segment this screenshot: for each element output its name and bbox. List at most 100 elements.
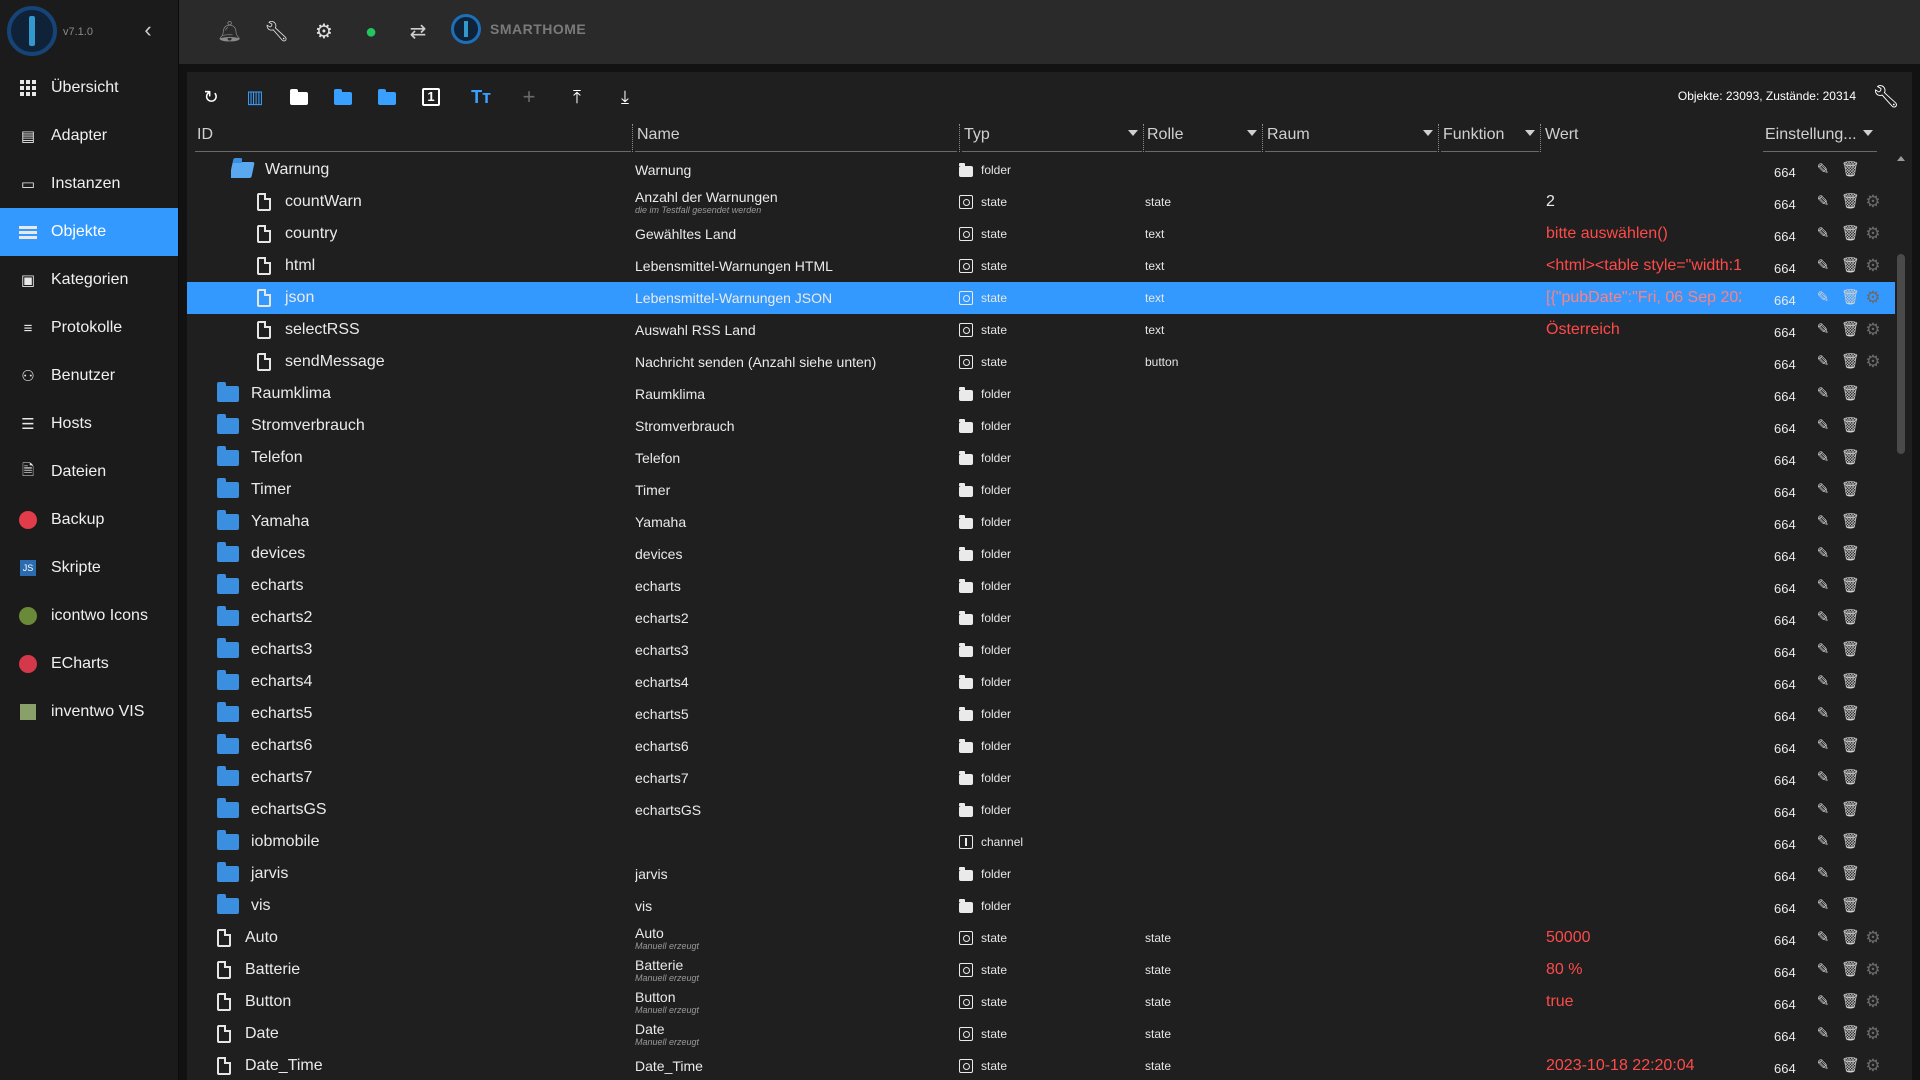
object-value[interactable] bbox=[1546, 506, 1741, 538]
table-row[interactable]: Date_Time Date_Time state state 2023-10-18 2… bbox=[187, 1050, 1895, 1080]
table-row[interactable]: countWarn Anzahl der Warnungen die im Test… bbox=[187, 186, 1895, 218]
object-id[interactable]: Telefon bbox=[217, 442, 303, 474]
acl-value[interactable]: 664 bbox=[1774, 570, 1804, 602]
acl-value[interactable]: 664 bbox=[1774, 634, 1804, 666]
custom-settings-icon[interactable]: ⚙ bbox=[1865, 225, 1881, 243]
sidebar-item-protokolle[interactable]: ≡ Protokolle bbox=[0, 304, 178, 352]
delete-icon[interactable]: 🗑︎ bbox=[1841, 193, 1860, 211]
object-id[interactable]: echarts6 bbox=[217, 730, 312, 762]
delete-icon[interactable]: 🗑︎ bbox=[1841, 481, 1860, 499]
acl-value[interactable]: 664 bbox=[1774, 346, 1804, 378]
delete-icon[interactable]: 🗑︎ bbox=[1841, 449, 1860, 467]
object-value[interactable] bbox=[1546, 442, 1741, 474]
refresh-icon[interactable]: ↻ bbox=[199, 85, 223, 109]
table-row[interactable]: echarts4 echarts4 folder 664 ✎ 🗑︎ bbox=[187, 666, 1895, 698]
wrench-icon[interactable]: 🔧︎ bbox=[264, 20, 289, 44]
table-row[interactable]: Warnung Warnung folder 664 ✎ 🗑︎ bbox=[187, 154, 1895, 186]
sidebar-item-echarts[interactable]: ECharts bbox=[0, 640, 178, 688]
sidebar-item-kategorien[interactable]: ▣ Kategorien bbox=[0, 256, 178, 304]
object-value[interactable]: bitte auswählen() bbox=[1546, 218, 1741, 250]
object-id[interactable]: countWarn bbox=[257, 186, 362, 218]
sidebar-item-objekte[interactable]: Objekte bbox=[0, 208, 178, 256]
custom-settings-icon[interactable]: ⚙ bbox=[1865, 961, 1881, 979]
object-id[interactable]: echarts5 bbox=[217, 698, 312, 730]
table-row[interactable]: echartsGS echartsGS folder 664 ✎ 🗑︎ bbox=[187, 794, 1895, 826]
object-value[interactable] bbox=[1546, 474, 1741, 506]
object-id[interactable]: html bbox=[257, 250, 315, 282]
column-type[interactable]: Typ bbox=[962, 122, 1142, 152]
delete-icon[interactable]: 🗑︎ bbox=[1841, 737, 1860, 755]
acl-value[interactable]: 664 bbox=[1774, 474, 1804, 506]
table-row[interactable]: iobmobile channel 664 ✎ 🗑︎ bbox=[187, 826, 1895, 858]
table-row[interactable]: echarts5 echarts5 folder 664 ✎ 🗑︎ bbox=[187, 698, 1895, 730]
sidebar-item-dateien[interactable]: 🗎︎ Dateien bbox=[0, 448, 178, 496]
object-id[interactable]: echarts3 bbox=[217, 634, 312, 666]
acl-value[interactable]: 664 bbox=[1774, 666, 1804, 698]
sync-off-icon[interactable]: ⇄ bbox=[406, 20, 430, 44]
object-id[interactable]: Yamaha bbox=[217, 506, 309, 538]
object-value[interactable] bbox=[1546, 346, 1741, 378]
table-row[interactable]: Telefon Telefon folder 664 ✎ 🗑︎ bbox=[187, 442, 1895, 474]
edit-icon[interactable]: ✎ bbox=[1815, 641, 1831, 659]
object-id[interactable]: echarts7 bbox=[217, 762, 312, 794]
delete-icon[interactable]: 🗑︎ bbox=[1841, 961, 1860, 979]
edit-icon[interactable]: ✎ bbox=[1815, 353, 1831, 371]
custom-settings-icon[interactable]: ⚙ bbox=[1865, 353, 1881, 371]
scroll-up-icon[interactable] bbox=[1897, 156, 1905, 161]
object-id[interactable]: sendMessage bbox=[257, 346, 385, 378]
edit-icon[interactable]: ✎ bbox=[1815, 865, 1831, 883]
acl-value[interactable]: 664 bbox=[1774, 1018, 1804, 1050]
delete-icon[interactable]: 🗑︎ bbox=[1841, 641, 1860, 659]
edit-icon[interactable]: ✎ bbox=[1815, 1057, 1831, 1075]
edit-icon[interactable]: ✎ bbox=[1815, 417, 1831, 435]
edit-icon[interactable]: ✎ bbox=[1815, 609, 1831, 627]
acl-value[interactable]: 664 bbox=[1774, 442, 1804, 474]
acl-value[interactable]: 664 bbox=[1774, 890, 1804, 922]
acl-value[interactable]: 664 bbox=[1774, 506, 1804, 538]
custom-settings-icon[interactable]: ⚙ bbox=[1865, 321, 1881, 339]
sidebar-item-benutzer[interactable]: ⚇ Benutzer bbox=[0, 352, 178, 400]
object-id[interactable]: json bbox=[257, 282, 314, 314]
delete-icon[interactable]: 🗑︎ bbox=[1841, 161, 1860, 179]
delete-icon[interactable]: 🗑︎ bbox=[1841, 865, 1860, 883]
delete-icon[interactable]: 🗑︎ bbox=[1841, 257, 1860, 275]
edit-icon[interactable]: ✎ bbox=[1815, 1025, 1831, 1043]
acl-value[interactable]: 664 bbox=[1774, 698, 1804, 730]
edit-icon[interactable]: ✎ bbox=[1815, 961, 1831, 979]
custom-settings-icon[interactable]: ⚙ bbox=[1865, 257, 1881, 275]
folder-open-icon[interactable] bbox=[331, 85, 355, 109]
delete-icon[interactable]: 🗑︎ bbox=[1841, 609, 1860, 627]
edit-icon[interactable]: ✎ bbox=[1815, 833, 1831, 851]
sidebar-item-instanzen[interactable]: ▭ Instanzen bbox=[0, 160, 178, 208]
table-row[interactable]: vis vis folder 664 ✎ 🗑︎ bbox=[187, 890, 1895, 922]
gear-icon[interactable]: ⚙ bbox=[312, 20, 336, 44]
custom-settings-icon[interactable]: ⚙ bbox=[1865, 929, 1881, 947]
upload-icon[interactable]: ⤒ bbox=[565, 85, 589, 109]
edit-icon[interactable]: ✎ bbox=[1815, 897, 1831, 915]
wrench-icon[interactable]: 🔧︎ bbox=[1872, 84, 1900, 110]
object-value[interactable]: 80 % bbox=[1546, 954, 1741, 986]
column-room[interactable]: Raum bbox=[1265, 122, 1437, 152]
object-value[interactable] bbox=[1546, 698, 1741, 730]
edit-icon[interactable]: ✎ bbox=[1815, 673, 1831, 691]
acl-value[interactable]: 664 bbox=[1774, 250, 1804, 282]
edit-icon[interactable]: ✎ bbox=[1815, 801, 1831, 819]
delete-icon[interactable]: 🗑︎ bbox=[1841, 705, 1860, 723]
edit-icon[interactable]: ✎ bbox=[1815, 577, 1831, 595]
object-value[interactable] bbox=[1546, 410, 1741, 442]
table-row[interactable]: jarvis jarvis folder 664 ✎ 🗑︎ bbox=[187, 858, 1895, 890]
acl-value[interactable]: 664 bbox=[1774, 794, 1804, 826]
edit-icon[interactable]: ✎ bbox=[1815, 225, 1831, 243]
table-row[interactable]: html Lebensmittel-Warnungen HTML state text… bbox=[187, 250, 1895, 282]
edit-icon[interactable]: ✎ bbox=[1815, 545, 1831, 563]
edit-icon[interactable]: ✎ bbox=[1815, 513, 1831, 531]
bell-icon[interactable]: 🔔︎ bbox=[217, 20, 242, 44]
object-value[interactable]: <html><table style="width:1... bbox=[1546, 250, 1741, 282]
sidebar-item-adapter[interactable]: ▤ Adapter bbox=[0, 112, 178, 160]
download-icon[interactable]: ⤓ bbox=[613, 85, 637, 109]
acl-value[interactable]: 664 bbox=[1774, 410, 1804, 442]
object-id[interactable]: Batterie bbox=[217, 954, 300, 986]
object-id[interactable]: Auto bbox=[217, 922, 278, 954]
folder-icon[interactable] bbox=[287, 85, 311, 109]
object-value[interactable]: 2 bbox=[1546, 186, 1741, 218]
